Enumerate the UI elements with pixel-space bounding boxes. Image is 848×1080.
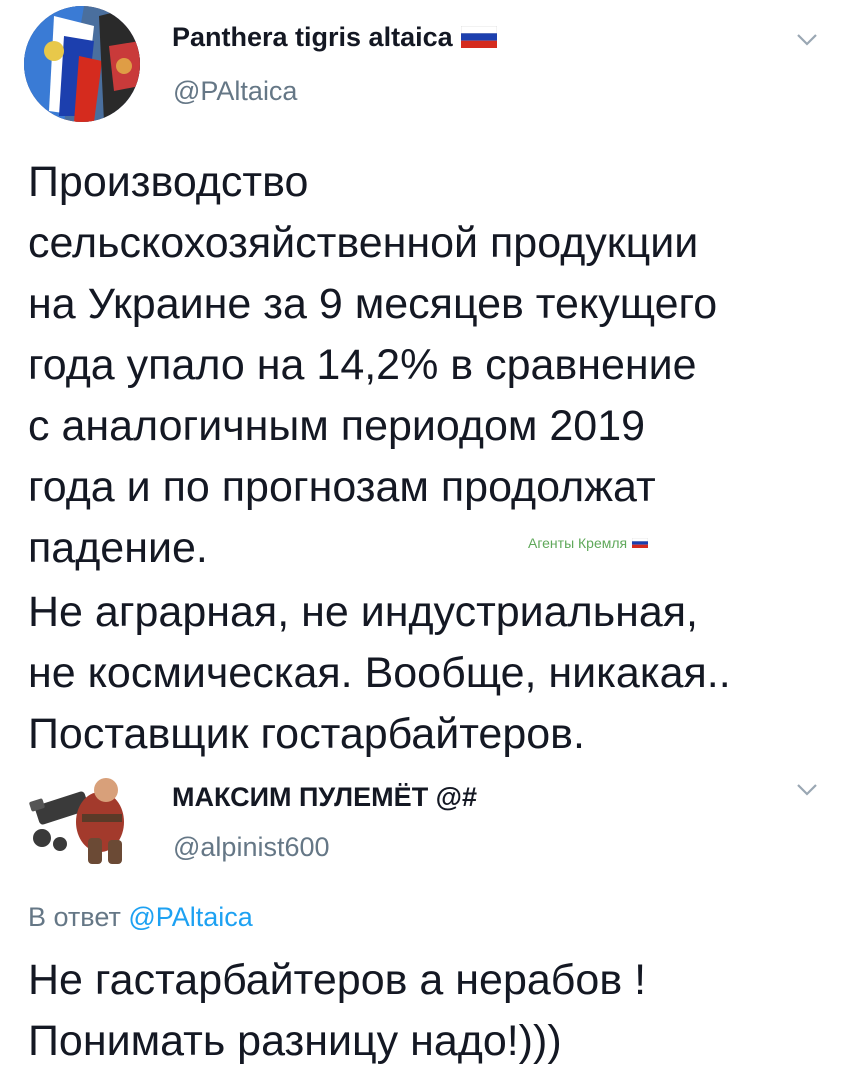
reply-mention-link[interactable]: @PAltaica <box>128 902 252 932</box>
reply-text-line: Понимать разницу надо!))) <box>28 1017 562 1065</box>
reply-to-label: В ответ @PAltaica <box>28 902 253 933</box>
tweet-text-line: Поставщик гостарбайтеров. <box>28 710 585 758</box>
russia-flag-icon <box>460 25 498 48</box>
reply-text-line: Не гастарбайтеров а нерабов ! <box>28 956 647 1004</box>
tweet-text-line: Не аграрная, не индустриальная, <box>28 588 699 636</box>
watermark: Агенты Кремля <box>528 535 649 551</box>
chevron-down-icon[interactable] <box>796 26 818 54</box>
author-handle[interactable]: @PAltaica <box>173 76 297 107</box>
tweet-text-line: с аналогичным периодом 2019 <box>28 402 646 450</box>
watermark-text: Агенты Кремля <box>528 535 628 551</box>
tweet-text-line: года упало на 14,2% в сравнение <box>28 341 697 389</box>
tweet-text-line: сельскохозяйственной продукции <box>28 219 699 267</box>
chevron-down-icon[interactable] <box>796 776 818 804</box>
russia-flag-icon <box>632 538 649 548</box>
reply-author-name[interactable]: МАКСИМ ПУЛЕМЁТ @# <box>172 782 477 813</box>
author-name-text: Panthera tigris altaica <box>172 22 453 52</box>
tweet-text-line: года и по прогнозам продолжат <box>28 463 656 511</box>
reply-author-handle[interactable]: @alpinist600 <box>173 832 330 863</box>
tweet-text-line: Производство <box>28 158 309 206</box>
reply-prefix: В ответ <box>28 902 121 932</box>
tweet-text: Производство сельскохозяйственной продук… <box>28 152 717 579</box>
heavy-gunner-avatar-image <box>29 778 124 864</box>
reply-author-avatar[interactable] <box>28 770 146 870</box>
tweet-text-line: на Украине за 9 месяцев текущего <box>28 280 718 328</box>
author-avatar[interactable] <box>24 6 140 122</box>
reply-text: Не гастарбайтеров а нерабов ! Понимать р… <box>28 950 646 1072</box>
tweet-text-continued: Не аграрная, не индустриальная, не косми… <box>28 582 731 765</box>
author-name[interactable]: Panthera tigris altaica <box>172 22 498 53</box>
tweet-text-line: не космическая. Вообще, никакая.. <box>28 649 731 697</box>
flags-avatar-image <box>24 6 140 122</box>
